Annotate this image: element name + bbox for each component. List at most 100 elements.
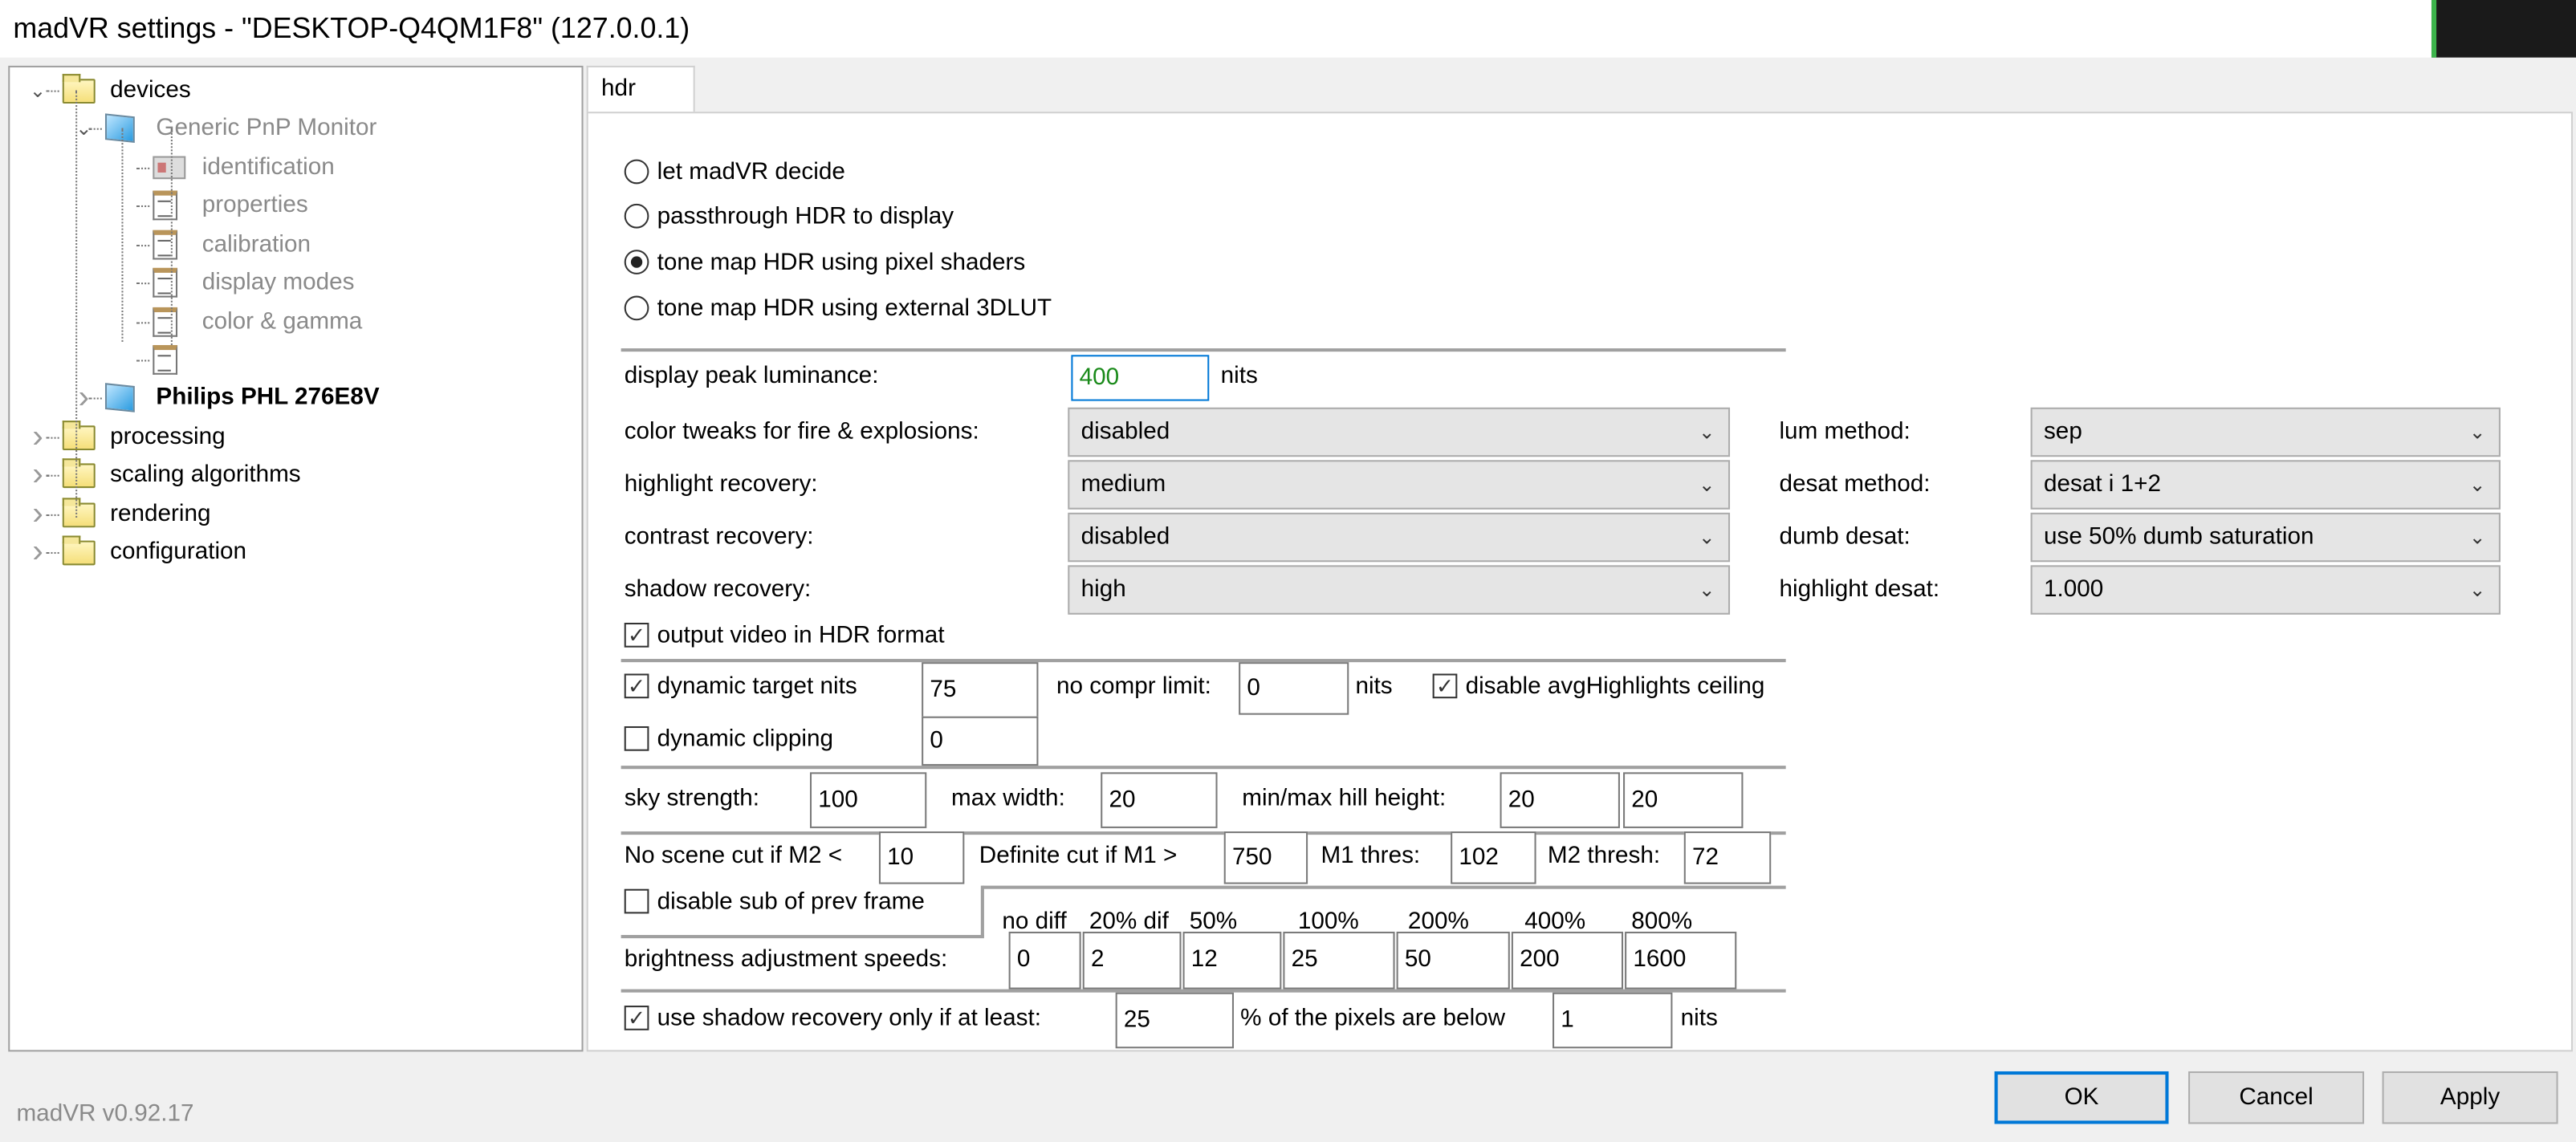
tree-item-scaling-algorithms[interactable]: › scaling algorithms <box>10 457 568 493</box>
highlight-recovery-select[interactable]: medium ⌄ <box>1068 460 1731 510</box>
folder-icon <box>62 535 96 566</box>
tree-item-label: Generic PnP Monitor <box>156 115 377 142</box>
color-tweaks-label: color tweaks for fire & explosions: <box>624 419 979 445</box>
tree-connector <box>75 90 78 518</box>
apply-button[interactable]: Apply <box>2382 1071 2558 1124</box>
tree-item-configuration[interactable]: › configuration <box>10 534 568 570</box>
desat-method-label: desat method: <box>1779 471 1931 498</box>
shadow-nits-input[interactable]: 1 <box>1553 992 1673 1049</box>
separator <box>980 885 984 937</box>
color-tweaks-select[interactable]: disabled ⌄ <box>1068 407 1731 457</box>
select-value: high <box>1080 576 1126 604</box>
speed-input[interactable]: 1600 <box>1625 931 1737 990</box>
settings-tree[interactable]: ⌄ devices ⌄ Generic PnP Monitor identificati… <box>8 65 584 1052</box>
tree-item-color-gamma[interactable]: color & gamma <box>10 304 568 340</box>
select-value: sep <box>2043 419 2082 445</box>
tree-item-calibration[interactable]: calibration <box>10 227 568 263</box>
tree-item-label: processing <box>110 424 226 451</box>
radio-external-3dlut[interactable] <box>624 295 649 321</box>
tree-item-label: scaling algorithms <box>110 461 301 489</box>
tree-connector <box>170 128 173 345</box>
desat-method-select[interactable]: desat i 1+2 ⌄ <box>2030 460 2501 510</box>
tree-item-devices[interactable]: ⌄ devices <box>10 72 568 108</box>
shadow-only-label: use shadow recovery only if at least: <box>657 1006 1042 1032</box>
speed-input[interactable]: 12 <box>1182 931 1282 990</box>
radio-let-madvr-decide[interactable] <box>624 159 649 185</box>
tab-hdr[interactable]: hdr <box>586 65 695 114</box>
output-hdr-checkbox[interactable]: ✓ <box>624 623 649 648</box>
monitor-icon <box>104 113 135 144</box>
tree-connector <box>46 474 59 477</box>
hill-min-input[interactable]: 20 <box>1500 772 1620 828</box>
tree-item-processing[interactable]: › processing <box>10 419 568 455</box>
contrast-recovery-label: contrast recovery: <box>624 524 814 551</box>
chevron-down-icon: ⌄ <box>2468 578 2486 602</box>
select-value: medium <box>1080 471 1166 498</box>
dynamic-clipping-input[interactable]: 0 <box>922 716 1039 766</box>
hill-max-input[interactable]: 20 <box>1623 772 1744 828</box>
separator <box>621 935 984 939</box>
separator <box>621 766 1786 770</box>
no-scene-cut-input[interactable]: 10 <box>878 831 965 884</box>
tree-connector <box>136 167 150 169</box>
tree-item-label: properties <box>201 192 308 219</box>
shadow-recovery-select[interactable]: high ⌄ <box>1068 565 1731 615</box>
peak-luminance-input[interactable]: 400 <box>1071 355 1210 401</box>
m2-thresh-input[interactable]: 72 <box>1683 831 1772 884</box>
tree-item-properties[interactable]: properties <box>10 187 568 223</box>
disable-avg-label: disable avgHighlights ceiling <box>1465 673 1765 701</box>
contrast-recovery-select[interactable]: disabled ⌄ <box>1068 512 1731 563</box>
page-icon <box>153 307 178 337</box>
shadow-only-checkbox[interactable]: ✓ <box>624 1006 649 1030</box>
lum-method-select[interactable]: sep ⌄ <box>2030 407 2501 457</box>
speed-input[interactable]: 200 <box>1511 931 1624 990</box>
radio-passthrough[interactable] <box>624 203 649 229</box>
page-icon <box>153 230 178 260</box>
lum-method-label: lum method: <box>1779 419 1911 445</box>
max-width-input[interactable]: 20 <box>1101 772 1218 828</box>
sky-strength-input[interactable]: 100 <box>809 772 927 828</box>
radio-pixel-shaders[interactable] <box>624 250 649 274</box>
cancel-button[interactable]: Cancel <box>2188 1071 2365 1124</box>
m1-thres-input[interactable]: 102 <box>1451 831 1536 884</box>
tree-connector <box>88 397 102 400</box>
speed-input[interactable]: 25 <box>1283 931 1395 990</box>
dynamic-clipping-checkbox[interactable] <box>624 725 649 751</box>
tree-item-rendering[interactable]: › rendering <box>10 496 568 532</box>
tree-item-identification[interactable]: identification <box>10 149 568 185</box>
chevron-down-icon: ⌄ <box>2468 421 2486 444</box>
tree-item-display-modes[interactable]: display modes <box>10 265 568 301</box>
window-controls[interactable] <box>2431 0 2576 58</box>
speed-input[interactable]: 0 <box>1008 931 1081 990</box>
speed-input[interactable]: 2 <box>1082 931 1182 990</box>
chevron-down-icon: ⌄ <box>1699 526 1715 549</box>
window-title: madVR settings - "DESKTOP-Q4QM1F8" (127.… <box>13 11 690 45</box>
shadow-percent-input[interactable]: 25 <box>1115 992 1234 1049</box>
no-compr-unit: nits <box>1355 673 1393 701</box>
disable-sub-label: disable sub of prev frame <box>657 888 925 916</box>
folder-icon <box>62 498 96 528</box>
dumb-desat-select[interactable]: use 50% dumb saturation ⌄ <box>2030 512 2501 563</box>
tree-item-generic-pnp-monitor[interactable]: ⌄ Generic PnP Monitor <box>10 110 568 146</box>
ok-button[interactable]: OK <box>1994 1071 2169 1124</box>
select-value: disabled <box>1080 524 1170 551</box>
speed-input[interactable]: 50 <box>1396 931 1510 990</box>
tree-item-hdr[interactable]: hdr <box>10 341 568 378</box>
disable-avg-checkbox[interactable]: ✓ <box>1432 673 1458 699</box>
dynamic-target-input[interactable]: 75 <box>922 662 1039 718</box>
dynamic-target-checkbox[interactable]: ✓ <box>624 673 649 699</box>
highlight-desat-select[interactable]: 1.000 ⌄ <box>2030 565 2501 615</box>
select-value: disabled <box>1080 419 1170 445</box>
no-compr-label: no compr limit: <box>1056 673 1211 701</box>
radio-label: tone map HDR using external 3DLUT <box>657 295 1052 323</box>
definite-cut-input[interactable]: 750 <box>1223 831 1308 884</box>
shadow-unit-label: nits <box>1680 1006 1718 1032</box>
no-compr-input[interactable]: 0 <box>1239 662 1349 715</box>
disable-sub-checkbox[interactable] <box>624 888 649 914</box>
title-bar: madVR settings - "DESKTOP-Q4QM1F8" (127.… <box>0 0 2576 58</box>
definite-cut-label: Definite cut if M1 > <box>979 843 1178 870</box>
folder-icon <box>62 421 96 451</box>
tree-item-philips-phl-276e8v[interactable]: › Philips PHL 276E8V <box>10 380 568 416</box>
highlight-recovery-label: highlight recovery: <box>624 471 818 498</box>
tree-item-label: devices <box>110 77 191 104</box>
